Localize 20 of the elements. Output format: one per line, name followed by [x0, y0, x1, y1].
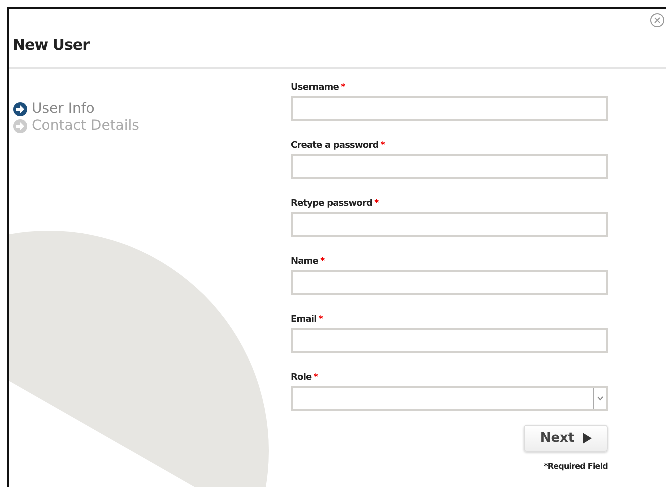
required-field-note: *Required Field: [544, 462, 608, 471]
input-field[interactable]: [291, 96, 608, 121]
close-icon[interactable]: [650, 13, 665, 28]
field-label: Name *: [291, 257, 326, 268]
caret-icon: [596, 396, 604, 401]
next-button[interactable]: Next: [524, 425, 608, 452]
field-label: Retype password *: [291, 199, 380, 210]
step-label[interactable]: User Info: [32, 101, 95, 117]
field-label: Email *: [291, 315, 324, 326]
input-field[interactable]: [291, 328, 608, 353]
field-label: Username *: [291, 83, 346, 94]
window-title: New User: [13, 36, 90, 54]
password-field[interactable]: [291, 212, 608, 237]
field-label: Create a password *: [291, 141, 386, 152]
select-field[interactable]: [291, 386, 608, 411]
input-field[interactable]: [291, 270, 608, 295]
field-label: Role *: [291, 373, 320, 384]
play-icon: [582, 433, 592, 444]
password-field[interactable]: [291, 154, 608, 179]
step-label[interactable]: Contact Details: [32, 118, 140, 134]
